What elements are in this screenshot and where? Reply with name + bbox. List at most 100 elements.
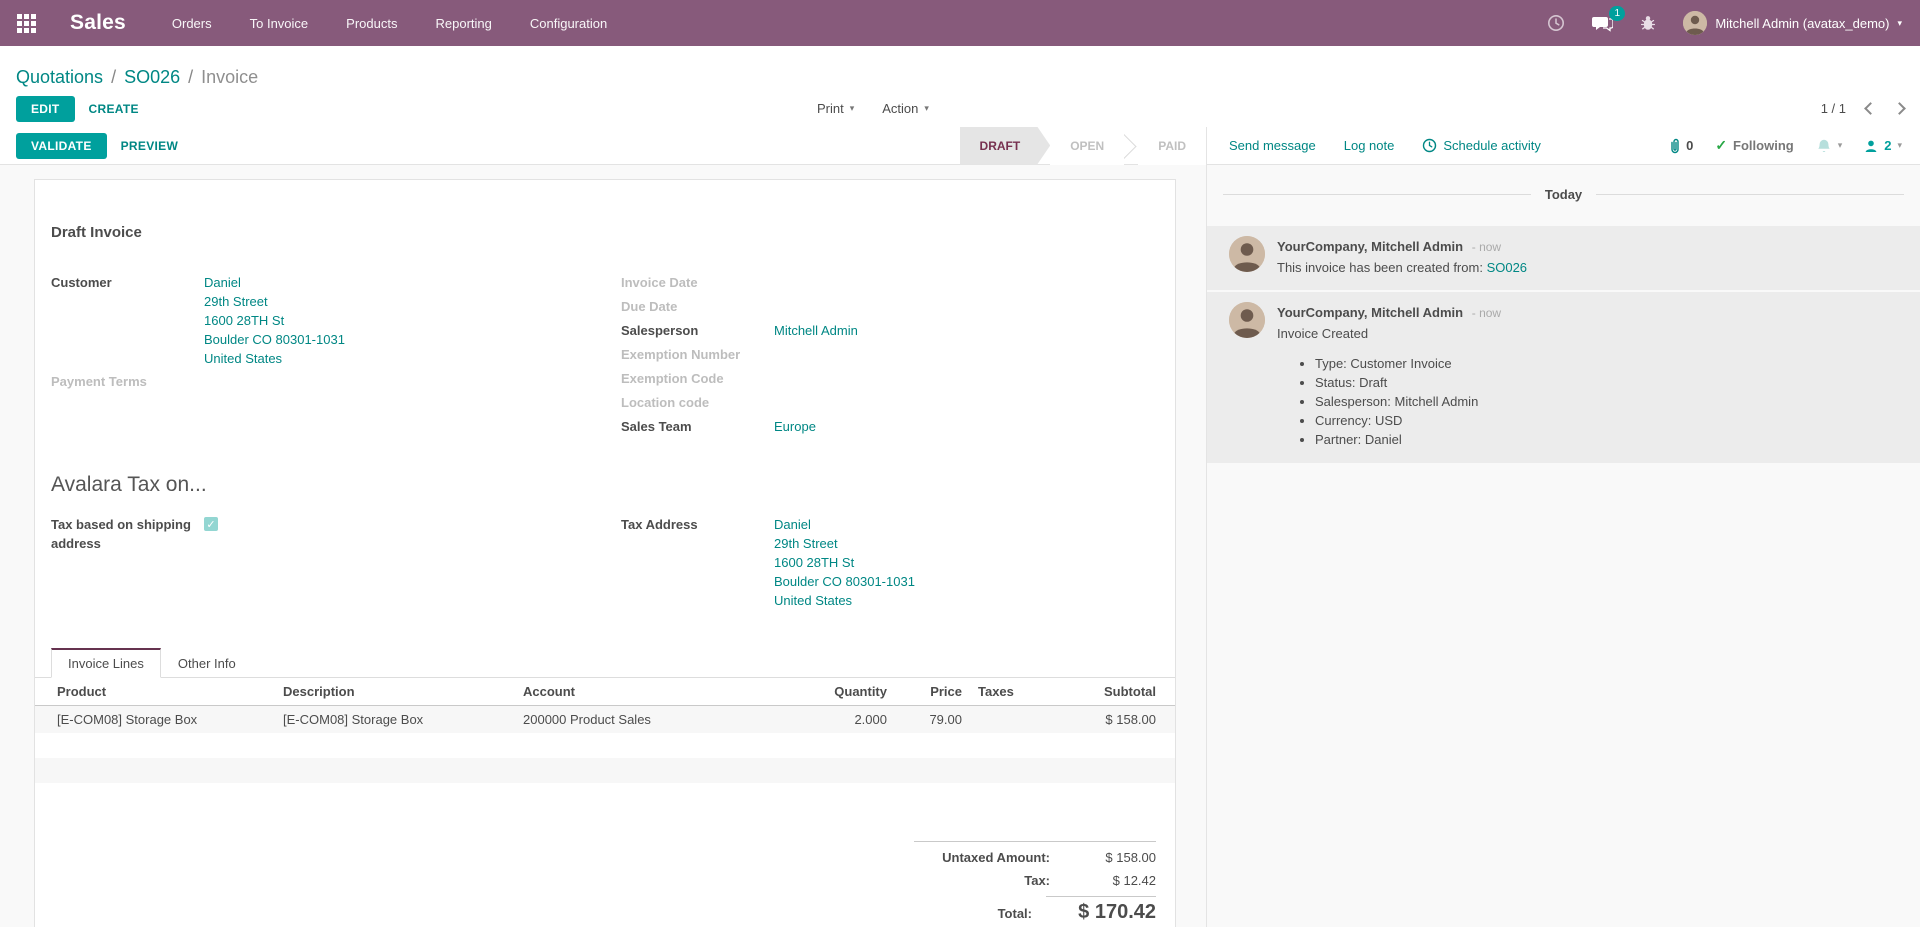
menu-to-invoice[interactable]: To Invoice (250, 16, 309, 31)
control-panel: EDIT CREATE Print ▾ Action ▾ 1 / 1 (0, 90, 1920, 127)
col-price: Price (895, 678, 970, 706)
table-header-row: Product Description Account Quantity Pri… (35, 678, 1175, 706)
tax-address-link[interactable]: Daniel (774, 515, 915, 534)
customer-address-line[interactable]: Boulder CO 80301-1031 (204, 330, 345, 349)
invoice-line-row[interactable]: [E-COM08] Storage Box [E-COM08] Storage … (35, 706, 1175, 734)
tax-address-line[interactable]: 29th Street (774, 534, 915, 553)
message-avatar (1229, 302, 1265, 338)
followers-dropdown[interactable]: 2 ▾ (1864, 138, 1902, 153)
customer-address-line[interactable]: 29th Street (204, 292, 345, 311)
date-divider-label: Today (1531, 187, 1596, 202)
customer-address-line[interactable]: 1600 28TH St (204, 311, 345, 330)
user-name: Mitchell Admin (avatax_demo) (1715, 16, 1889, 31)
status-step-paid[interactable]: PAID (1138, 127, 1206, 165)
tax-address-line[interactable]: 1600 28TH St (774, 553, 915, 572)
status-step-draft[interactable]: DRAFT (960, 127, 1051, 165)
tax-label: Tax: (1024, 873, 1050, 888)
menu-products[interactable]: Products (346, 16, 397, 31)
activities-clock-icon[interactable] (1547, 14, 1565, 32)
create-button[interactable]: CREATE (75, 96, 153, 122)
message-detail-list: Type: Customer Invoice Status: Draft Sal… (1315, 354, 1501, 449)
preview-button[interactable]: PREVIEW (107, 133, 192, 159)
print-label: Print (817, 101, 844, 116)
caret-down-icon: ▾ (924, 104, 929, 113)
document-title: Draft Invoice (35, 224, 1175, 241)
empty-line (35, 733, 1175, 758)
col-quantity: Quantity (785, 678, 895, 706)
schedule-activity-label: Schedule activity (1443, 138, 1541, 153)
tax-address-value: Daniel 29th Street 1600 28TH St Boulder … (774, 515, 915, 610)
edit-button[interactable]: EDIT (16, 96, 75, 122)
notification-bell-dropdown[interactable]: ▾ (1816, 138, 1843, 154)
paperclip-icon (1668, 138, 1682, 154)
payment-terms-label: Payment Terms (51, 372, 204, 391)
tab-other-info[interactable]: Other Info (161, 648, 253, 678)
status-chevron-icon (1124, 127, 1138, 165)
message: YourCompany, Mitchell Admin - now This i… (1207, 226, 1920, 290)
tax-based-checkbox[interactable]: ✓ (204, 517, 218, 531)
status-steps: DRAFT OPEN PAID (960, 127, 1206, 165)
message-text: This invoice has been created from: (1277, 260, 1483, 275)
following-label: Following (1733, 138, 1794, 153)
log-note-button[interactable]: Log note (1344, 138, 1395, 153)
message: YourCompany, Mitchell Admin - now Invoic… (1207, 292, 1920, 463)
col-taxes: Taxes (970, 678, 1060, 706)
notebook-tabs: Invoice Lines Other Info (35, 648, 1175, 678)
customer-address-line[interactable]: United States (204, 349, 345, 368)
total-value: $ 170.42 (1046, 896, 1156, 924)
send-message-button[interactable]: Send message (1229, 138, 1316, 153)
message-author[interactable]: YourCompany, Mitchell Admin (1277, 239, 1463, 254)
tax-based-label: Tax based on shipping address (51, 515, 191, 553)
message-text: Invoice Created (1277, 323, 1501, 344)
status-step-open[interactable]: OPEN (1050, 127, 1124, 165)
form-status-bar: VALIDATE PREVIEW DRAFT OPEN PAID (0, 127, 1206, 165)
tax-address-line[interactable]: United States (774, 591, 915, 610)
salesperson-label: Salesperson (621, 321, 774, 340)
pager-next-icon[interactable] (1893, 102, 1906, 115)
message-so026-link[interactable]: SO026 (1487, 260, 1527, 275)
caret-down-icon: ▾ (850, 104, 855, 113)
menu-configuration[interactable]: Configuration (530, 16, 607, 31)
menu-orders[interactable]: Orders (172, 16, 212, 31)
sales-team-value[interactable]: Europe (774, 417, 816, 436)
salesperson-value[interactable]: Mitchell Admin (774, 321, 858, 340)
messages-icon[interactable]: 1 (1591, 14, 1613, 32)
bug-icon[interactable] (1639, 14, 1657, 32)
validate-button[interactable]: VALIDATE (16, 133, 107, 159)
form-area: VALIDATE PREVIEW DRAFT OPEN PAID Draft I… (0, 127, 1206, 927)
user-menu[interactable]: Mitchell Admin (avatax_demo) ▾ (1683, 11, 1902, 35)
apps-menu-button[interactable] (0, 0, 52, 46)
due-date-label: Due Date (621, 297, 774, 316)
tax-address-line[interactable]: Boulder CO 80301-1031 (774, 572, 915, 591)
exemption-number-label: Exemption Number (621, 345, 774, 364)
customer-label: Customer (51, 273, 204, 292)
message-time: - now (1472, 240, 1501, 254)
breadcrumb-quotations[interactable]: Quotations (16, 67, 103, 88)
date-divider: Today (1223, 187, 1904, 202)
print-dropdown[interactable]: Print ▾ (817, 101, 854, 116)
attachments-button[interactable]: 0 (1668, 138, 1693, 154)
schedule-activity-button[interactable]: Schedule activity (1422, 138, 1541, 153)
message-avatar (1229, 236, 1265, 272)
message-author[interactable]: YourCompany, Mitchell Admin (1277, 305, 1463, 320)
action-dropdown[interactable]: Action ▾ (882, 101, 929, 116)
message-time: - now (1472, 306, 1501, 320)
menu-reporting[interactable]: Reporting (435, 16, 491, 31)
sales-team-label: Sales Team (621, 417, 774, 436)
detail-item: Partner: Daniel (1315, 430, 1501, 449)
customer-link[interactable]: Daniel (204, 273, 345, 292)
messages-badge: 1 (1609, 6, 1625, 21)
clock-icon (1422, 138, 1437, 153)
invoice-date-label: Invoice Date (621, 273, 774, 292)
customer-value: Daniel 29th Street 1600 28TH St Boulder … (204, 273, 345, 368)
tab-invoice-lines[interactable]: Invoice Lines (51, 648, 161, 678)
apps-grid-icon (17, 14, 36, 33)
app-title[interactable]: Sales (70, 11, 126, 35)
following-button[interactable]: ✓ Following (1715, 137, 1793, 154)
pager-previous-icon[interactable] (1864, 102, 1877, 115)
chatter-panel: Send message Log note Schedule activity … (1206, 127, 1920, 927)
breadcrumb-separator: / (111, 67, 116, 88)
tax-address-label: Tax Address (621, 515, 774, 534)
exemption-code-label: Exemption Code (621, 369, 774, 388)
breadcrumb-so026[interactable]: SO026 (124, 67, 180, 88)
